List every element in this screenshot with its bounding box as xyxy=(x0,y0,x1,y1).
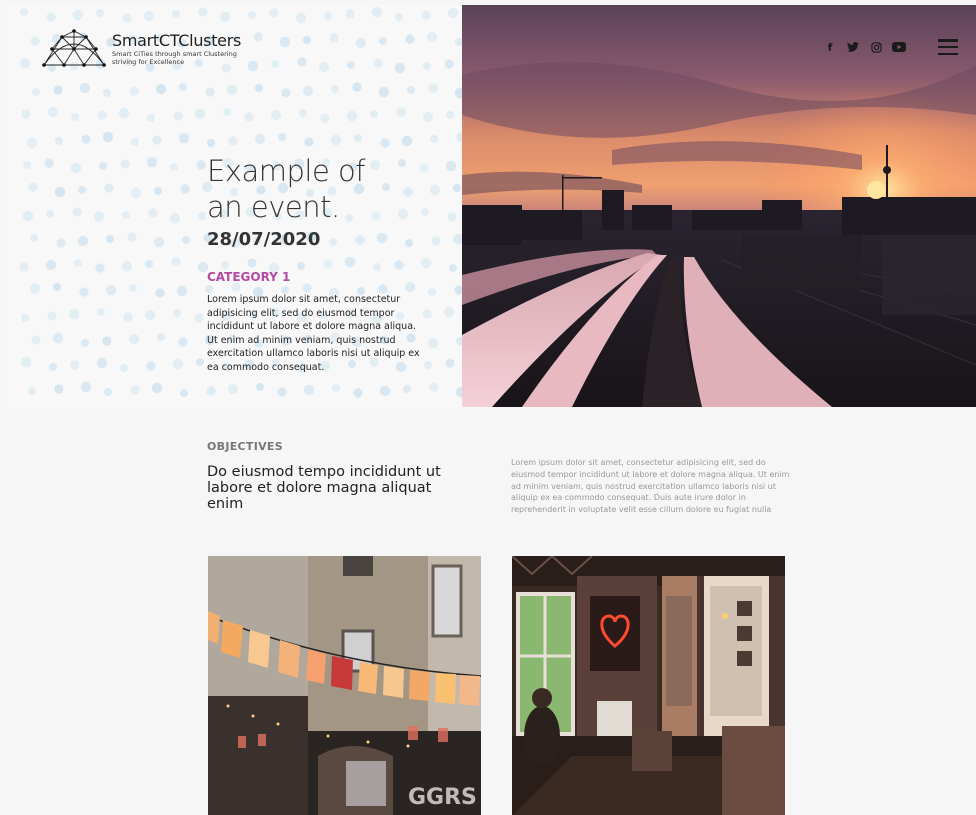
event-description: Lorem ipsum dolor sit amet, consectetur … xyxy=(207,294,420,373)
hero-text-panel: SmartCTClusters Smart CiTies through sma… xyxy=(8,5,462,407)
event-date: 28/07/2020 xyxy=(207,229,321,250)
hamburger-menu-icon[interactable] xyxy=(938,39,958,55)
city-sunset-railway-photo xyxy=(462,5,976,407)
instagram-icon[interactable] xyxy=(869,41,883,53)
facebook-icon[interactable]: f xyxy=(823,41,837,54)
youtube-icon[interactable] xyxy=(892,41,906,53)
social-links: f xyxy=(823,41,906,54)
logo-dome-icon xyxy=(42,29,106,67)
twitter-icon[interactable] xyxy=(846,41,860,53)
page: SmartCTClusters Smart CiTies through sma… xyxy=(8,5,976,815)
objectives-heading: Do eiusmod tempo incididunt ut labore et… xyxy=(207,464,441,512)
street-bunting-photo[interactable]: GGRS xyxy=(208,556,481,815)
event-title: Example of an event. xyxy=(207,154,365,224)
objectives-text: Lorem ipsum dolor sit amet, consectetur … xyxy=(511,458,790,515)
site-logo[interactable]: SmartCTClusters Smart CiTies through sma… xyxy=(40,29,242,69)
event-category[interactable]: CATEGORY 1 xyxy=(207,270,290,284)
logo-title: SmartCTClusters xyxy=(112,31,242,50)
svg-text:GGRS: GGRS xyxy=(408,785,477,810)
hero-image: f xyxy=(462,5,976,407)
objectives-label: OBJECTIVES xyxy=(207,440,283,453)
cafe-neon-heart-photo[interactable] xyxy=(512,556,785,815)
logo-tagline: Smart CiTies through smart Clustering st… xyxy=(112,50,237,66)
